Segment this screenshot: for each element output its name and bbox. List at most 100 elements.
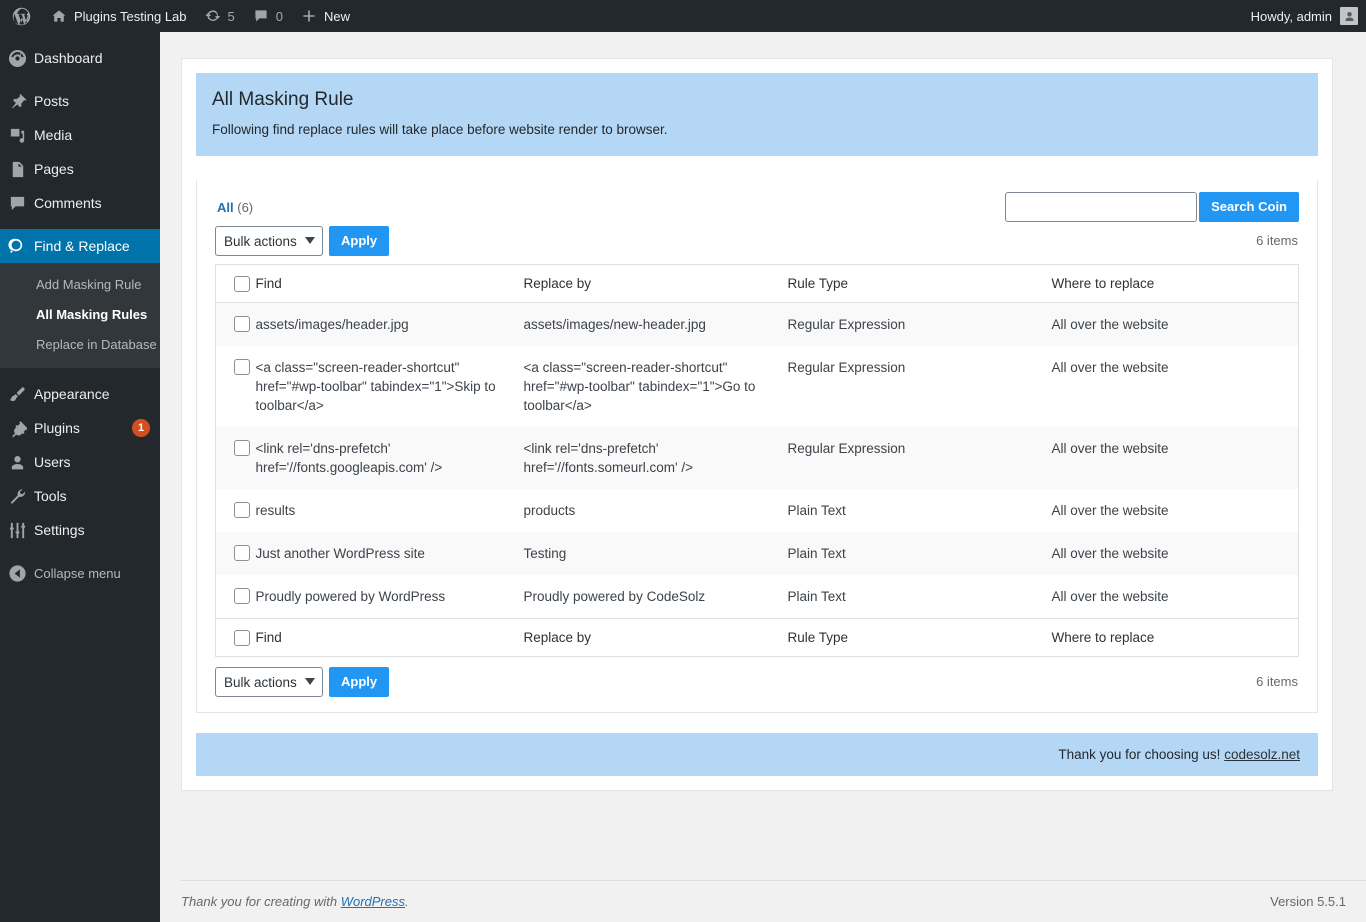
row-checkbox[interactable] <box>234 502 250 518</box>
dashboard-gauge-icon <box>0 49 34 68</box>
collapse-menu-button[interactable]: Collapse menu <box>0 556 160 590</box>
sidebar-item-comments[interactable]: Comments <box>0 186 160 220</box>
row-checkbox[interactable] <box>234 545 250 561</box>
items-count-top: 6 items <box>1256 233 1298 248</box>
admin-footer: Thank you for creating with WordPress. V… <box>181 880 1366 922</box>
submenu-item-add-masking-rule[interactable]: Add Masking Rule <box>0 270 160 300</box>
row-select-cell <box>216 575 256 619</box>
user-avatar-icon <box>1345 11 1353 21</box>
cell-replace: <link rel='dns-prefetch' href='//fonts.s… <box>523 441 693 475</box>
cell-rule-type: Plain Text <box>787 589 846 604</box>
cell-replace: products <box>523 503 576 518</box>
bulk-actions-select-bottom[interactable]: Bulk actions <box>215 667 323 697</box>
masking-rules-table: Find Replace by Rule Type Where to repla… <box>215 264 1299 657</box>
row-checkbox[interactable] <box>234 588 250 604</box>
new-content-menu[interactable]: New <box>292 0 359 32</box>
filter-all-link[interactable]: All <box>217 200 234 215</box>
items-count-bottom: 6 items <box>1256 674 1298 689</box>
column-header-where-to-replace[interactable]: Where to replace <box>1051 264 1299 303</box>
wordpress-link[interactable]: WordPress <box>341 894 405 909</box>
apply-button-bottom[interactable]: Apply <box>329 667 390 697</box>
row-select-cell <box>216 489 256 532</box>
collapse-arrow-icon <box>0 564 34 583</box>
tablenav-top: Bulk actions Apply 6 items <box>215 225 1299 257</box>
row-checkbox[interactable] <box>234 440 250 456</box>
find-replace-submenu: Add Masking Rule All Masking Rules Repla… <box>0 263 160 368</box>
cell-where: All over the website <box>1051 360 1169 375</box>
media-icon <box>0 126 34 145</box>
cell-find: Proudly powered by WordPress <box>255 589 446 604</box>
comment-bubble-icon <box>0 194 34 213</box>
sidebar-item-pages[interactable]: Pages <box>0 152 160 186</box>
sidebar-item-appearance[interactable]: Appearance <box>0 377 160 411</box>
search-input[interactable] <box>1005 192 1198 222</box>
update-arrows-icon <box>204 8 221 24</box>
thanks-text: Thank you for choosing us! <box>1058 747 1221 762</box>
sidebar-item-label: Media <box>34 127 73 143</box>
comments-count: 0 <box>275 8 283 24</box>
column-header-replace-by[interactable]: Replace by <box>523 264 788 303</box>
cell-find: results <box>255 503 296 518</box>
sidebar-item-posts[interactable]: Posts <box>0 84 160 118</box>
column-footer-replace-by[interactable]: Replace by <box>523 618 788 657</box>
bulk-actions-select-wrap: Bulk actions <box>215 226 323 256</box>
sidebar-item-find-replace[interactable]: Find & Replace <box>0 229 168 263</box>
account-menu[interactable]: Howdy, admin <box>1251 7 1366 25</box>
wordpress-logo-icon <box>11 6 32 27</box>
plug-icon <box>0 419 34 438</box>
site-name-menu[interactable]: Plugins Testing Lab <box>42 0 196 32</box>
sidebar-item-settings[interactable]: Settings <box>0 513 160 547</box>
thanks-banner: Thank you for choosing us! codesolz.net <box>196 733 1318 776</box>
main-content: All Masking Rule Following find replace … <box>160 32 1366 922</box>
column-footer-find[interactable]: Find <box>255 618 524 657</box>
table-foot: Find Replace by Rule Type Where to repla… <box>215 618 1299 657</box>
row-select-cell <box>216 303 256 347</box>
select-all-checkbox-bottom[interactable] <box>234 630 250 646</box>
tablenav-bottom: Bulk actions Apply 6 items <box>215 666 1299 698</box>
filter-all-count: (6) <box>237 200 254 215</box>
sidebar-item-label: Pages <box>34 161 74 177</box>
apply-button-top[interactable]: Apply <box>329 226 390 256</box>
rules-list-panel: Search Coin All (6) Bulk actions Apply 6… <box>196 180 1318 713</box>
select-all-checkbox-top[interactable] <box>234 276 250 292</box>
table-row: assets/images/header.jpg assets/images/n… <box>215 302 1299 347</box>
sidebar-item-dashboard[interactable]: Dashboard <box>0 41 160 75</box>
sidebar-item-label: Plugins <box>34 420 80 436</box>
sliders-icon <box>0 521 34 540</box>
masking-rules-card: All Masking Rule Following find replace … <box>181 58 1333 791</box>
admin-sidebar-menu: Dashboard Posts Media Pages Comments Fin… <box>0 32 168 922</box>
column-header-find[interactable]: Find <box>255 264 524 303</box>
sidebar-item-label: Find & Replace <box>34 238 130 254</box>
table-row: Just another WordPress site Testing Plai… <box>215 532 1299 575</box>
submenu-item-replace-in-database[interactable]: Replace in Database <box>0 330 160 360</box>
sidebar-item-users[interactable]: Users <box>0 445 160 479</box>
sidebar-item-plugins[interactable]: Plugins 1 <box>0 411 160 445</box>
updates-menu[interactable]: 5 <box>196 0 244 32</box>
sidebar-item-label: Tools <box>34 488 67 504</box>
sidebar-item-media[interactable]: Media <box>0 118 160 152</box>
sidebar-item-tools[interactable]: Tools <box>0 479 160 513</box>
codesolz-link[interactable]: codesolz.net <box>1224 747 1300 762</box>
comment-bubble-icon <box>253 8 269 24</box>
table-row: Proudly powered by WordPress Proudly pow… <box>215 575 1299 619</box>
home-icon <box>51 8 67 24</box>
comments-menu[interactable]: 0 <box>244 0 292 32</box>
wp-logo-menu[interactable] <box>0 0 42 32</box>
sidebar-item-label: Dashboard <box>34 50 103 66</box>
select-all-footer <box>215 618 256 657</box>
search-coin-button[interactable]: Search Coin <box>1199 192 1299 222</box>
footer-version: Version 5.5.1 <box>1270 894 1346 909</box>
bulk-actions-select-top[interactable]: Bulk actions <box>215 226 323 256</box>
column-footer-rule-type[interactable]: Rule Type <box>787 618 1052 657</box>
row-checkbox[interactable] <box>234 316 250 332</box>
menu-spacer-3 <box>0 368 160 377</box>
cell-find: assets/images/header.jpg <box>255 317 409 332</box>
column-footer-where-to-replace[interactable]: Where to replace <box>1051 618 1299 657</box>
column-header-rule-type[interactable]: Rule Type <box>787 264 1052 303</box>
submenu-item-all-masking-rules[interactable]: All Masking Rules <box>0 300 160 330</box>
paintbrush-icon <box>0 385 34 404</box>
cell-where: All over the website <box>1051 589 1169 604</box>
collapse-menu-label: Collapse menu <box>34 565 121 581</box>
row-checkbox[interactable] <box>234 359 250 375</box>
menu-spacer-top <box>0 32 160 41</box>
